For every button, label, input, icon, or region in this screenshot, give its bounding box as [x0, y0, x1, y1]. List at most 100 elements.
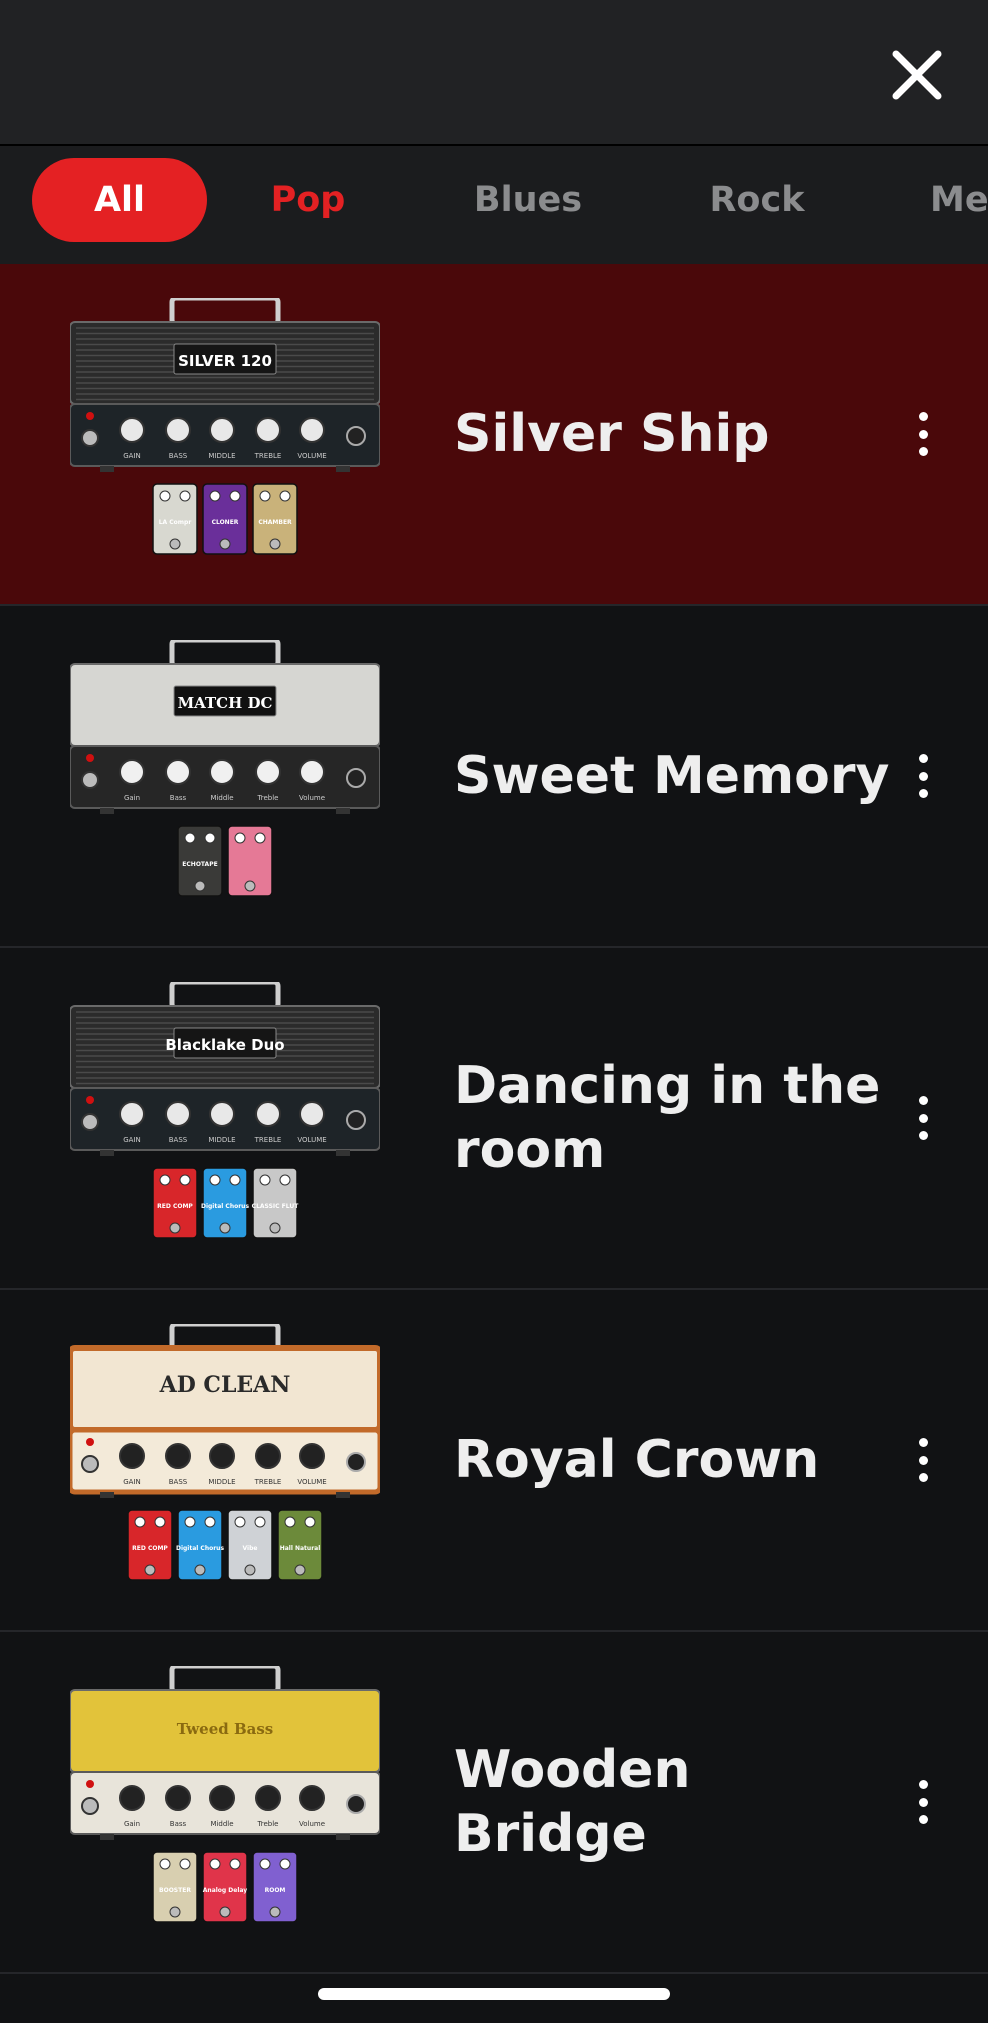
knob-label: Bass — [170, 794, 187, 802]
more-options-button[interactable] — [898, 746, 948, 806]
knob-label: Bass — [170, 1820, 187, 1828]
amp-knob — [209, 1443, 235, 1469]
dot-icon — [918, 771, 928, 781]
tab-metal[interactable]: Me — [930, 158, 988, 242]
amp-knob — [119, 1101, 145, 1127]
knob-label: VOLUME — [297, 1136, 326, 1144]
preset-row[interactable]: Tweed Bass Gain Bass Middle Treble Volume BOOS… — [0, 1632, 988, 1974]
knob-label: GAIN — [123, 1136, 141, 1144]
amp-head: MATCH DC Gain Bass Middle Treble Volume — [70, 640, 380, 814]
knob-label: Gain — [124, 794, 140, 802]
amp-knob — [255, 1101, 281, 1127]
pedal: BOOSTER — [152, 1851, 198, 1923]
pedal: Digital Chorus — [201, 1167, 249, 1239]
knob-label: VOLUME — [297, 1478, 326, 1486]
pedal: ECHOTAPE — [177, 825, 223, 897]
amp-model-label: Tweed Bass — [177, 1720, 274, 1738]
amp-model-label: SILVER 120 — [178, 352, 272, 370]
dot-icon — [918, 447, 928, 456]
pedal: RED COMP — [127, 1509, 173, 1581]
amp-head: AD CLEAN GAIN BASS MIDDLE TREBLE VOLUME — [70, 1324, 380, 1498]
amp-knob — [255, 1785, 281, 1811]
amp-knob — [165, 1785, 191, 1811]
knob-label: VOLUME — [297, 452, 326, 460]
pedal-label: RED COMP — [132, 1545, 168, 1552]
tab-pop[interactable]: Pop — [258, 158, 358, 242]
pedal-label: Hall Natural — [280, 1545, 321, 1552]
preset-row[interactable]: SILVER 120 GAIN BASS MIDDLE TREBLE VOLUME LA C… — [0, 264, 988, 606]
knob-label: BASS — [169, 452, 188, 460]
amp-head: SILVER 120 GAIN BASS MIDDLE TREBLE VOLUME — [70, 298, 380, 472]
more-options-button[interactable] — [898, 1430, 948, 1490]
pedal-label: CHAMBER — [258, 519, 292, 526]
pedal: Digital Chorus — [176, 1509, 224, 1581]
knob-label: TREBLE — [254, 1136, 282, 1144]
close-button[interactable] — [890, 48, 944, 102]
knob-label: BASS — [169, 1136, 188, 1144]
preset-rig-image: Tweed Bass Gain Bass Middle Treble Volume BOOS… — [70, 1666, 380, 1923]
amp-knob — [299, 1443, 325, 1469]
amp-knob — [209, 759, 235, 785]
top-bar — [0, 0, 988, 146]
knob-label: Volume — [299, 794, 325, 802]
knob-label: Gain — [124, 1820, 140, 1828]
knob-label: TREBLE — [254, 452, 282, 460]
dot-icon — [918, 412, 928, 421]
pedal: Hall Natural — [277, 1509, 323, 1581]
dot-icon — [918, 789, 928, 798]
dot-icon — [918, 1131, 928, 1140]
pedal-label: Digital Chorus — [176, 1545, 224, 1552]
amp-knob — [165, 1101, 191, 1127]
pedal — [227, 825, 273, 897]
preset-row[interactable]: MATCH DC Gain Bass Middle Treble Volume ECHOTA… — [0, 606, 988, 948]
knob-label: GAIN — [123, 1478, 141, 1486]
tab-blues[interactable]: Blues — [468, 158, 588, 242]
preset-rig-image: Blacklake Duo GAIN BASS MIDDLE TREBLE VOLUME R… — [70, 982, 380, 1239]
knob-label: Middle — [210, 1820, 233, 1828]
amp-knob — [255, 759, 281, 785]
dot-icon — [918, 1455, 928, 1465]
amp-knob — [165, 1443, 191, 1469]
amp-knob — [255, 1443, 281, 1469]
home-indicator[interactable] — [318, 1988, 670, 2000]
more-options-button[interactable] — [898, 1088, 948, 1148]
knob-label: MIDDLE — [208, 1136, 235, 1144]
tab-all[interactable]: All — [32, 158, 207, 242]
pedal-label: RED COMP — [157, 1203, 193, 1210]
preset-title: Royal Crown — [454, 1430, 820, 1490]
preset-title: Sweet Memory — [454, 746, 890, 806]
amp-head: Tweed Bass Gain Bass Middle Treble Volume — [70, 1666, 380, 1840]
pedal: CLONER — [202, 483, 248, 555]
knob-label: Volume — [299, 1820, 325, 1828]
more-options-button[interactable] — [898, 404, 948, 464]
preset-row[interactable]: Blacklake Duo GAIN BASS MIDDLE TREBLE VOLUME R… — [0, 948, 988, 1290]
knob-label: BASS — [169, 1478, 188, 1486]
knob-label: Treble — [257, 1820, 279, 1828]
pedal-label: CLONER — [212, 519, 239, 526]
dot-icon — [918, 1096, 928, 1105]
pedal: RED COMP — [152, 1167, 198, 1239]
knob-label: TREBLE — [254, 1478, 282, 1486]
pedal: LA Compr — [152, 483, 198, 555]
pedal-label: Vibe — [243, 1545, 258, 1552]
dot-icon — [918, 754, 928, 763]
amp-knob — [255, 417, 281, 443]
pedal: ROOM — [252, 1851, 298, 1923]
preset-title: Dancing in the room — [454, 1056, 881, 1180]
preset-row[interactable]: AD CLEAN GAIN BASS MIDDLE TREBLE VOLUME RED CO… — [0, 1290, 988, 1632]
pedal-label: CLASSIC FLUT — [252, 1203, 300, 1210]
tab-rock[interactable]: Rock — [704, 158, 810, 242]
pedal: CHAMBER — [252, 483, 298, 555]
pedal: CLASSIC FLUT — [252, 1167, 300, 1239]
dot-icon — [918, 1113, 928, 1123]
genre-tabs: All Pop Blues Rock Me — [0, 146, 988, 264]
knob-label: Middle — [210, 794, 233, 802]
dot-icon — [918, 1780, 928, 1789]
amp-model-label: Blacklake Duo — [165, 1036, 284, 1054]
dot-icon — [918, 1473, 928, 1482]
more-options-button[interactable] — [898, 1772, 948, 1832]
preset-list: SILVER 120 GAIN BASS MIDDLE TREBLE VOLUME LA C… — [0, 264, 988, 1974]
dot-icon — [918, 429, 928, 439]
pedal-label: Digital Chorus — [201, 1203, 249, 1210]
amp-knob — [209, 1101, 235, 1127]
